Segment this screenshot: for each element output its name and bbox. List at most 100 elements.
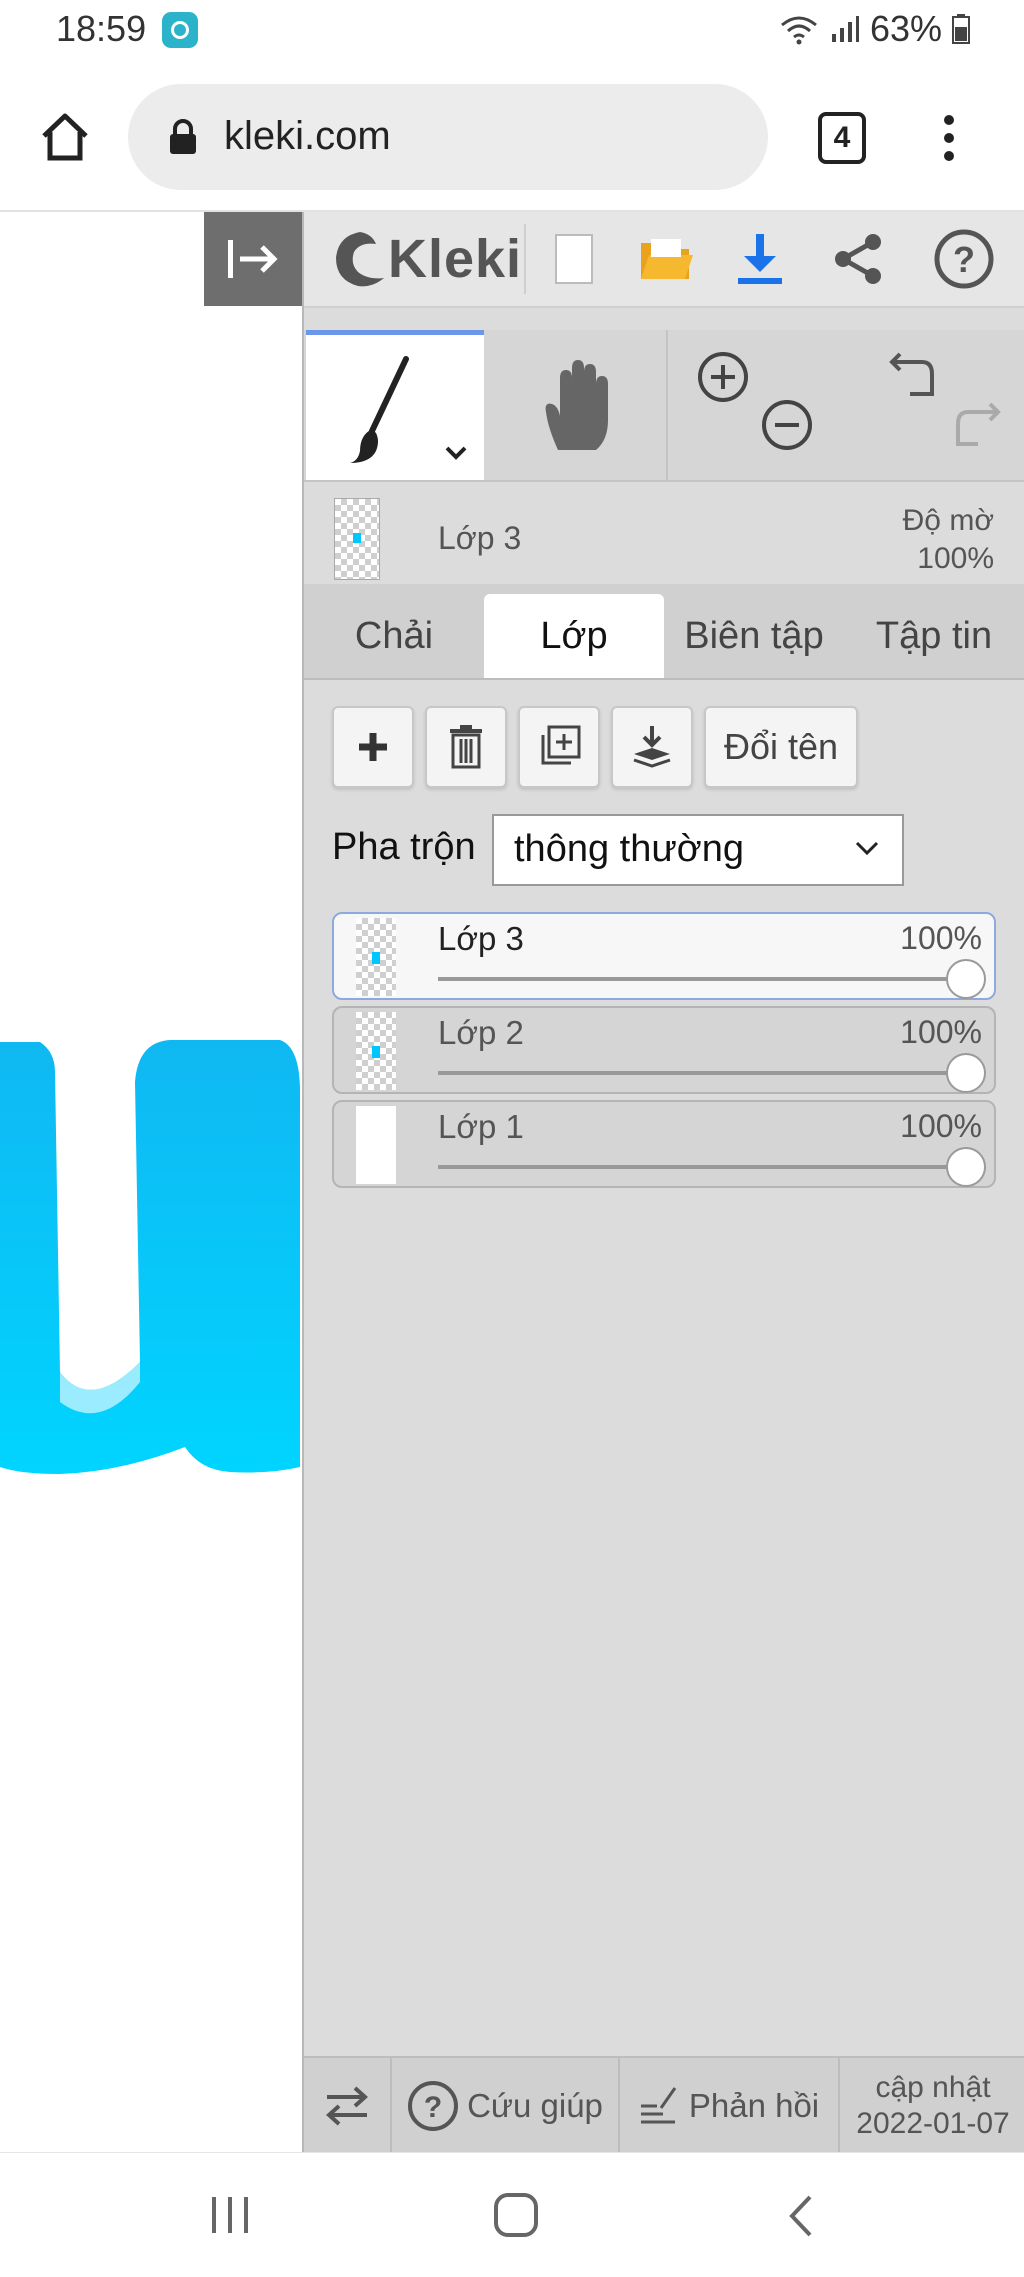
kleki-logo[interactable]: Kleki bbox=[314, 212, 540, 306]
tabs-icon[interactable]: 4 bbox=[818, 112, 866, 164]
help-icon: ? bbox=[934, 229, 994, 289]
layer-name: Lớp 3 bbox=[438, 920, 524, 957]
app-notification-icon bbox=[162, 12, 198, 48]
zoom-controls bbox=[668, 330, 848, 480]
help-label: Cứu giúp bbox=[467, 2087, 603, 2124]
new-file-icon bbox=[555, 234, 593, 284]
current-layer-thumbnail bbox=[334, 498, 380, 580]
app-toolbar: Kleki ? bbox=[304, 212, 1024, 308]
collapse-panel-button[interactable] bbox=[204, 212, 302, 306]
home-icon[interactable] bbox=[38, 110, 92, 164]
tool-row bbox=[304, 330, 1024, 482]
blend-mode-value: thông thường bbox=[514, 828, 744, 870]
canvas-drawing bbox=[0, 1040, 300, 1474]
status-right: 63% bbox=[778, 8, 970, 50]
collapse-panel-icon bbox=[228, 240, 278, 278]
tab-layers[interactable]: Lớp bbox=[484, 594, 664, 678]
opacity-slider-handle[interactable] bbox=[946, 1147, 986, 1187]
tab-file[interactable]: Tập tin bbox=[844, 594, 1024, 678]
current-layer-opacity: Độ mờ 100% bbox=[903, 502, 994, 578]
more-icon[interactable] bbox=[934, 112, 964, 164]
home-nav-icon[interactable] bbox=[492, 2191, 540, 2239]
layer-item[interactable]: Lớp 3 100% bbox=[332, 912, 996, 1000]
layer-item[interactable]: Lớp 2 100% bbox=[332, 1006, 996, 1094]
layer-opacity: 100% bbox=[900, 1014, 982, 1050]
signal-icon bbox=[831, 16, 859, 42]
back-icon[interactable] bbox=[786, 2193, 816, 2239]
panel-footer: ? Cứu giúp Phản hồi cập nhật 2022-01-07 bbox=[304, 2056, 1024, 2154]
panel-tabs: Chải Lớp Biên tập Tập tin bbox=[304, 584, 1024, 680]
layer-opacity: 100% bbox=[900, 1108, 982, 1144]
opacity-slider-track[interactable] bbox=[438, 1165, 968, 1169]
drawing-canvas[interactable] bbox=[0, 212, 302, 2152]
help-button[interactable]: ? bbox=[906, 212, 1022, 306]
share-icon bbox=[835, 234, 881, 284]
add-layer-button[interactable] bbox=[332, 706, 414, 788]
opacity-slider-track[interactable] bbox=[438, 977, 968, 981]
address-bar[interactable]: kleki.com bbox=[128, 84, 768, 190]
feedback-label: Phản hồi bbox=[688, 2087, 820, 2124]
help-link[interactable]: ? Cứu giúp bbox=[394, 2058, 616, 2154]
layer-item[interactable]: Lớp 1 100% bbox=[332, 1100, 996, 1188]
blend-mode-label: Pha trộn bbox=[332, 826, 476, 868]
opacity-slider-handle[interactable] bbox=[946, 959, 986, 999]
current-layer-name: Lớp 3 bbox=[438, 520, 522, 556]
battery-percent: 63% bbox=[869, 8, 942, 49]
open-file-button[interactable] bbox=[620, 212, 712, 306]
brush-icon bbox=[350, 356, 409, 463]
new-file-button[interactable] bbox=[534, 212, 614, 306]
brush-options-chevron-icon[interactable] bbox=[444, 445, 468, 461]
add-layer-icon bbox=[359, 733, 387, 761]
duplicate-layer-icon bbox=[541, 725, 581, 765]
opacity-slider-track[interactable] bbox=[438, 1071, 968, 1075]
url-text: kleki.com bbox=[224, 114, 391, 158]
rename-layer-button[interactable]: Đổi tên bbox=[704, 706, 858, 788]
kleki-logo-icon bbox=[335, 232, 384, 287]
merge-down-button[interactable] bbox=[611, 706, 693, 788]
zoom-out-icon[interactable] bbox=[760, 398, 814, 452]
feedback-link[interactable]: Phản hồi bbox=[622, 2058, 836, 2154]
layer-opacity: 100% bbox=[900, 920, 982, 956]
delete-layer-button[interactable] bbox=[425, 706, 507, 788]
tab-brush[interactable]: Chải bbox=[304, 594, 484, 678]
hand-tool[interactable] bbox=[484, 330, 666, 480]
undo-icon[interactable] bbox=[888, 350, 942, 400]
history-controls bbox=[848, 330, 1024, 480]
tab-edit[interactable]: Biên tập bbox=[664, 594, 844, 678]
swap-icon bbox=[326, 2086, 368, 2126]
logo-text: Kleki bbox=[387, 229, 523, 289]
svg-text:?: ? bbox=[953, 239, 975, 280]
swap-side-button[interactable] bbox=[304, 2058, 390, 2154]
current-layer-info: Lớp 3 Độ mờ 100% bbox=[304, 482, 1024, 582]
share-button[interactable] bbox=[812, 212, 904, 306]
update-info[interactable]: cập nhật 2022-01-07 bbox=[842, 2058, 1024, 2154]
blend-mode-select[interactable]: thông thường bbox=[492, 814, 904, 886]
status-bar: 18:59 63% bbox=[0, 0, 1024, 62]
feedback-icon bbox=[640, 2087, 677, 2124]
update-date: 2022-01-07 bbox=[856, 2107, 1010, 2140]
redo-icon[interactable] bbox=[948, 400, 1002, 450]
svg-text:?: ? bbox=[424, 2091, 442, 2124]
zoom-in-icon[interactable] bbox=[696, 350, 750, 404]
update-label: cập nhật bbox=[875, 2071, 991, 2104]
side-panel: Kleki ? Lớp 3 Độ mờ 100% Chải Lớp Biên t… bbox=[302, 212, 1024, 2154]
system-navigation-bar bbox=[0, 2152, 1024, 2277]
brush-tool[interactable] bbox=[306, 330, 484, 480]
download-button[interactable] bbox=[714, 212, 806, 306]
duplicate-layer-button[interactable] bbox=[518, 706, 600, 788]
opacity-label: Độ mờ bbox=[902, 504, 994, 537]
hand-icon bbox=[545, 360, 608, 450]
open-folder-icon bbox=[641, 239, 693, 279]
merge-down-icon bbox=[633, 726, 671, 768]
layer-name: Lớp 2 bbox=[438, 1014, 524, 1051]
opacity-slider-handle[interactable] bbox=[946, 1053, 986, 1093]
layer-thumbnail bbox=[356, 1012, 396, 1090]
wifi-icon bbox=[780, 16, 817, 45]
opacity-value: 100% bbox=[917, 542, 994, 575]
download-icon bbox=[738, 234, 782, 284]
layer-name: Lớp 1 bbox=[438, 1108, 524, 1145]
layer-thumbnail bbox=[356, 918, 396, 996]
browser-toolbar: kleki.com 4 bbox=[0, 62, 1024, 212]
recents-icon[interactable] bbox=[208, 2193, 252, 2237]
chevron-down-icon bbox=[855, 841, 879, 856]
